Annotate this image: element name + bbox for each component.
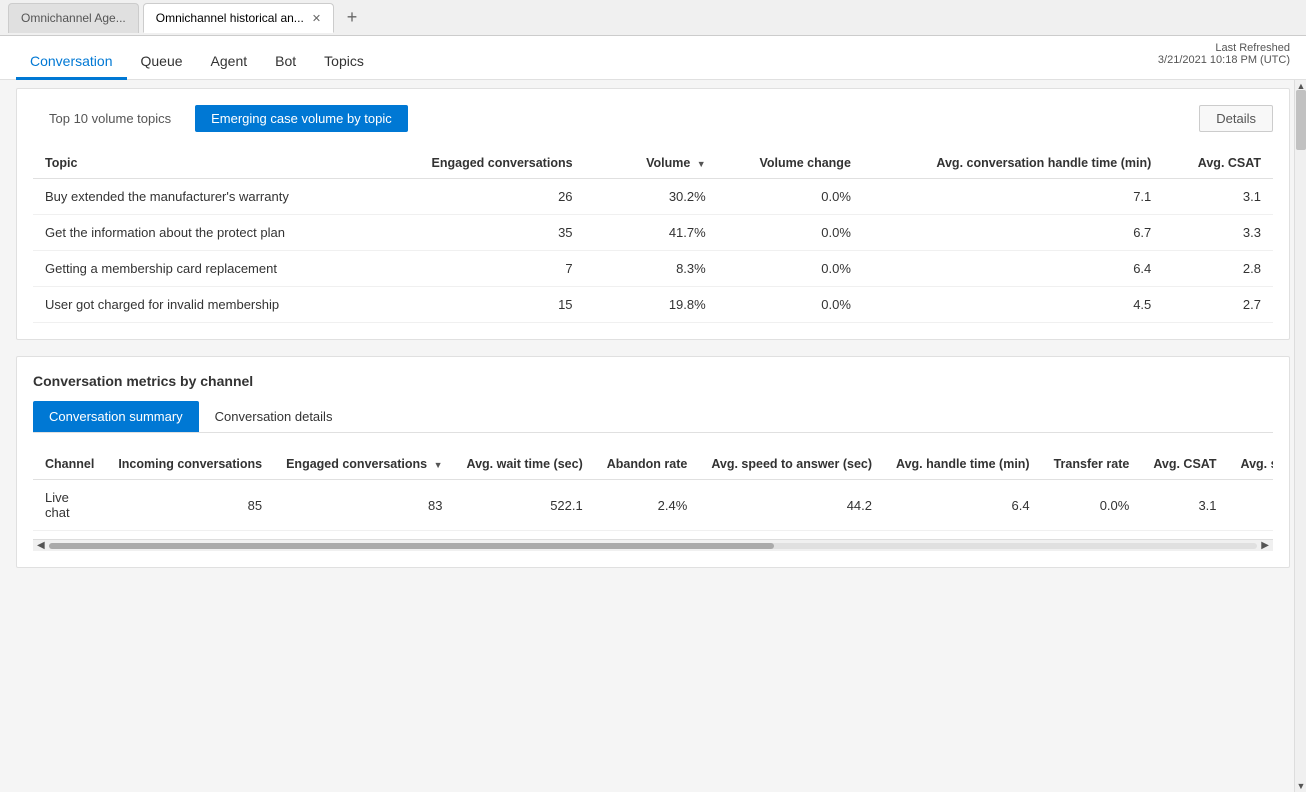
cell-engaged: 26 [370,179,613,215]
col-avg-csat: Avg. CSAT [1141,449,1228,480]
cell-avg-csat: 2.7 [1163,287,1273,323]
cell-incoming: 85 [106,480,274,531]
cell-topic: User got charged for invalid membership [33,287,370,323]
cell-engaged: 83 [274,480,454,531]
cell-engaged: 15 [370,287,613,323]
cell-avg-handle: 4.5 [863,287,1163,323]
cell-engaged: 7 [370,251,613,287]
scroll-down-arrow[interactable]: ▼ [1295,780,1306,792]
topics-tabs: Top 10 volume topics Emerging case volum… [33,105,1273,132]
cell-avg-csat: 3.3 [1163,215,1273,251]
cell-avg-survey [1229,480,1273,531]
cell-avg-csat: 3.1 [1163,179,1273,215]
nav-item-agent[interactable]: Agent [197,45,262,80]
tab-emerging[interactable]: Emerging case volume by topic [195,105,408,132]
vertical-scrollbar[interactable]: ▲ ▼ [1294,80,1306,792]
scroll-left-arrow[interactable]: ◀ [37,540,45,551]
cell-avg-handle: 6.7 [863,215,1163,251]
new-tab-button[interactable]: + [338,4,366,32]
scroll-track[interactable] [49,543,1258,549]
tab-label: Omnichannel historical an... [156,11,304,25]
topics-table: Topic Engaged conversations Volume ▼ Vol… [33,148,1273,323]
metrics-section-label: Conversation metrics by channel [33,373,1273,389]
close-icon[interactable]: ✕ [312,12,321,25]
metrics-table-container: Channel Incoming conversations Engaged c… [33,449,1273,531]
tab-omnichannel-historical[interactable]: Omnichannel historical an... ✕ [143,3,334,33]
cell-volume: 8.3% [613,251,718,287]
cell-topic: Buy extended the manufacturer's warranty [33,179,370,215]
col-transfer: Transfer rate [1042,449,1142,480]
col-avg-wait: Avg. wait time (sec) [455,449,595,480]
metrics-table: Channel Incoming conversations Engaged c… [33,449,1273,531]
main-content: Top 10 volume topics Emerging case volum… [0,80,1306,792]
col-avg-speed: Avg. speed to answer (sec) [699,449,884,480]
table-row: User got charged for invalid membership … [33,287,1273,323]
col-topic: Topic [33,148,370,179]
sub-tab-summary[interactable]: Conversation summary [33,401,199,432]
metrics-card: Conversation metrics by channel Conversa… [16,356,1290,568]
col-avg-csat: Avg. CSAT [1163,148,1273,179]
cell-topic: Get the information about the protect pl… [33,215,370,251]
col-incoming: Incoming conversations [106,449,274,480]
table-row: Get the information about the protect pl… [33,215,1273,251]
nav-item-topics[interactable]: Topics [310,45,378,80]
nav-item-conversation[interactable]: Conversation [16,45,127,80]
col-abandon: Abandon rate [595,449,700,480]
cell-transfer: 0.0% [1042,480,1142,531]
cell-avg-wait: 522.1 [455,480,595,531]
topics-table-container: Topic Engaged conversations Volume ▼ Vol… [33,148,1273,323]
col-engaged: Engaged conversations [370,148,613,179]
table-row: Getting a membership card replacement 7 … [33,251,1273,287]
tab-top10[interactable]: Top 10 volume topics [33,105,187,132]
col-volume-change: Volume change [718,148,863,179]
cell-avg-handle: 7.1 [863,179,1163,215]
col-volume: Volume ▼ [613,148,718,179]
table-row: Live chat 85 83 522.1 2.4% 44.2 6.4 0.0%… [33,480,1273,531]
col-channel: Channel [33,449,106,480]
sort-icon: ▼ [697,159,706,169]
cell-avg-csat: 2.8 [1163,251,1273,287]
cell-volume-change: 0.0% [718,179,863,215]
details-button[interactable]: Details [1199,105,1273,132]
col-avg-handle: Avg. conversation handle time (min) [863,148,1163,179]
cell-avg-speed: 44.2 [699,480,884,531]
metrics-sub-tabs: Conversation summary Conversation detail… [33,401,1273,433]
col-avg-handle: Avg. handle time (min) [884,449,1042,480]
topics-card: Top 10 volume topics Emerging case volum… [16,88,1290,340]
cell-avg-handle: 6.4 [884,480,1042,531]
col-engaged: Engaged conversations ▼ [274,449,454,480]
nav-item-queue[interactable]: Queue [127,45,197,80]
scroll-thumb-vertical [1296,90,1306,150]
cell-abandon: 2.4% [595,480,700,531]
cell-volume: 19.8% [613,287,718,323]
cell-channel: Live chat [33,480,106,531]
col-avg-survey: Avg. survey se [1229,449,1273,480]
cell-avg-handle: 6.4 [863,251,1163,287]
app-nav: Conversation Queue Agent Bot Topics Last… [0,36,1306,80]
sub-tab-details[interactable]: Conversation details [199,401,349,432]
cell-volume-change: 0.0% [718,251,863,287]
last-refreshed: Last Refreshed 3/21/2021 10:18 PM (UTC) [1158,42,1290,66]
tab-label: Omnichannel Age... [21,11,126,25]
scroll-thumb [49,543,774,549]
nav-item-bot[interactable]: Bot [261,45,310,80]
cell-volume: 30.2% [613,179,718,215]
table-row: Buy extended the manufacturer's warranty… [33,179,1273,215]
sort-icon: ▼ [434,460,443,470]
cell-topic: Getting a membership card replacement [33,251,370,287]
cell-volume-change: 0.0% [718,287,863,323]
cell-volume-change: 0.0% [718,215,863,251]
cell-engaged: 35 [370,215,613,251]
scroll-right-arrow[interactable]: ▶ [1261,540,1269,551]
cell-volume: 41.7% [613,215,718,251]
tab-omnichannel-age[interactable]: Omnichannel Age... [8,3,139,33]
cell-avg-csat: 3.1 [1141,480,1228,531]
horizontal-scrollbar[interactable]: ◀ ▶ [33,539,1273,551]
browser-tabs: Omnichannel Age... Omnichannel historica… [0,0,1306,36]
